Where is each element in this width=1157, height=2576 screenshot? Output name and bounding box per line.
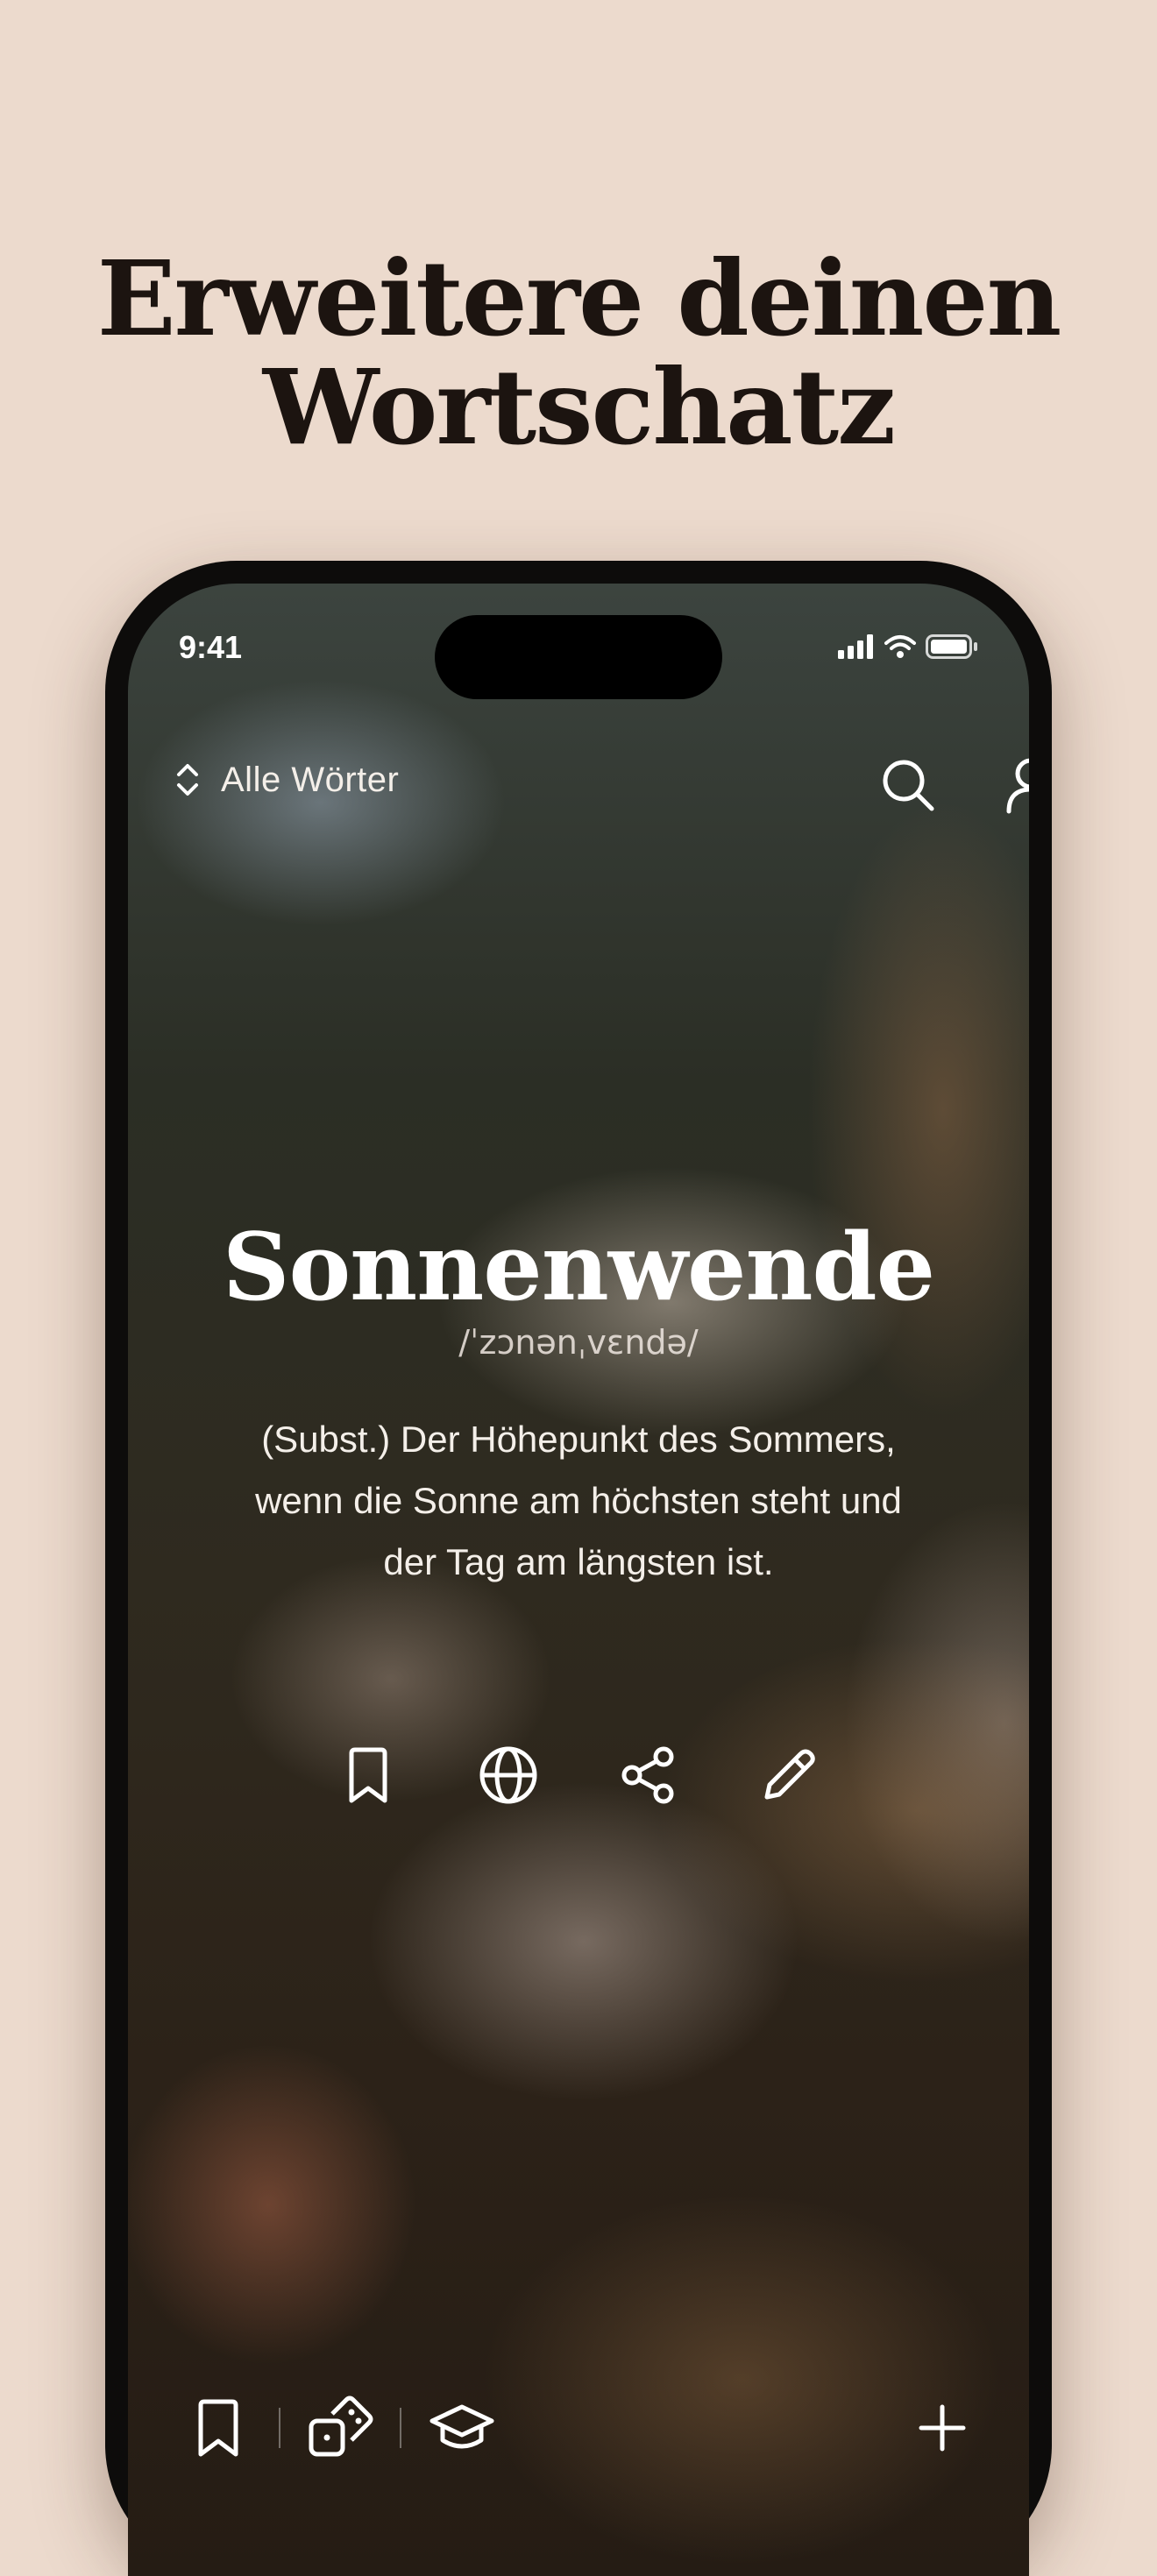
- phone-screen: 9:41 Alle Wörter Sonnenwende /ˈzɔnənˌvɛn…: [128, 584, 1029, 2576]
- globe-icon: [479, 1746, 537, 1804]
- add-word-button[interactable]: [903, 2388, 982, 2467]
- edit-button[interactable]: [754, 1740, 824, 1810]
- battery-icon: [926, 634, 977, 659]
- word-phonetic: /ˈzɔnənˌvɛndə/: [458, 1323, 699, 1362]
- graduation-cap-icon: [429, 2404, 494, 2449]
- learn-button[interactable]: [422, 2388, 501, 2467]
- bookmark-button[interactable]: [333, 1740, 403, 1810]
- word-card: Sonnenwende /ˈzɔnənˌvɛndə/ (Subst.) Der …: [128, 1214, 1029, 1593]
- chevron-up-down-icon: [177, 764, 198, 796]
- search-button[interactable]: [873, 750, 943, 820]
- word-filter-label: Alle Wörter: [221, 760, 400, 799]
- marketing-headline: Erweitere deinen Wortschatz: [0, 244, 1157, 462]
- word-definition: (Subst.) Der Höhepunkt des Sommers, wenn…: [255, 1419, 902, 1582]
- share-icon: [621, 1746, 674, 1804]
- bookmark-icon: [198, 2399, 238, 2457]
- profile-button[interactable]: [996, 750, 1029, 820]
- headline-line-2: Wortschatz: [262, 346, 896, 469]
- dice-icon: [309, 2396, 373, 2457]
- phone-frame: 9:41 Alle Wörter Sonnenwende /ˈzɔnənˌvɛn…: [105, 561, 1052, 2576]
- share-button[interactable]: [614, 1740, 684, 1810]
- toolbar-divider: [400, 2408, 401, 2448]
- signal-icon: [838, 634, 873, 659]
- random-word-button[interactable]: [302, 2388, 380, 2467]
- search-icon: [883, 760, 934, 811]
- word-filter-toggle[interactable]: Alle Wörter: [174, 759, 399, 801]
- word-actions: [128, 1740, 1029, 1810]
- bookmark-icon: [349, 1747, 387, 1803]
- toolbar-divider: [279, 2408, 280, 2448]
- status-time: 9:41: [179, 629, 243, 665]
- headline-line-1: Erweitere deinen: [96, 237, 1062, 360]
- translate-button[interactable]: [473, 1740, 543, 1810]
- dynamic-island: [435, 615, 722, 699]
- top-bar: Alle Wörter: [128, 750, 1029, 820]
- pencil-icon: [764, 1749, 815, 1800]
- saved-words-button[interactable]: [179, 2388, 258, 2467]
- word-title: Sonnenwende: [222, 1212, 935, 1321]
- plus-icon: [919, 2404, 966, 2452]
- wifi-icon: [884, 635, 916, 658]
- user-icon: [1006, 758, 1029, 814]
- status-icons: [838, 634, 978, 659]
- bottom-toolbar: [128, 2388, 1029, 2476]
